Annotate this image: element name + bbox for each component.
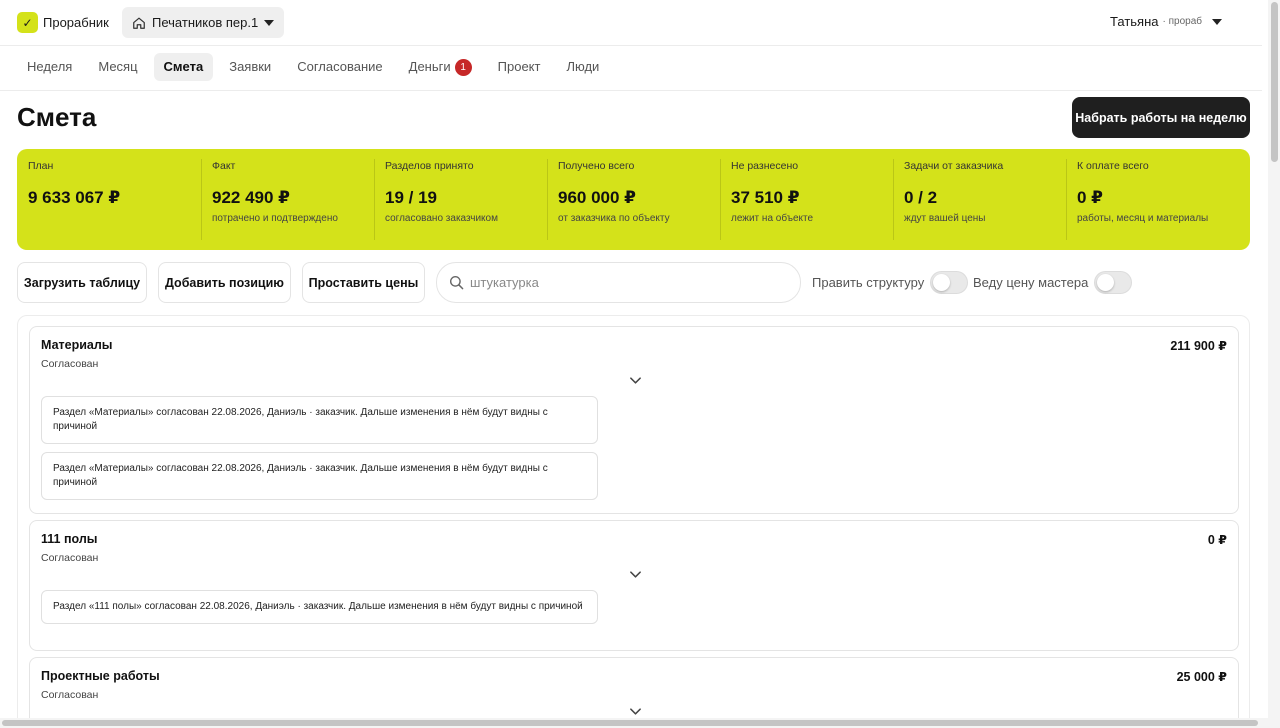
stat-label: Разделов принято bbox=[385, 160, 474, 172]
stat-value: 922 490 ₽ bbox=[212, 188, 291, 207]
estimate-sections: Материалы Согласован 211 900 ₽ Раздел «М… bbox=[17, 315, 1250, 728]
plan-week-button[interactable]: Набрать работы на неделю bbox=[1072, 97, 1250, 138]
stat-sections-accepted: Разделов принято 19 / 19 согласовано зак… bbox=[374, 149, 547, 250]
stat-sub: от заказчика по объекту bbox=[558, 213, 670, 224]
project-name: Печатников пер.1 bbox=[152, 15, 259, 30]
app-logo[interactable]: ✓ Прорабник bbox=[17, 12, 109, 33]
chevron-down-icon[interactable] bbox=[629, 374, 642, 387]
scrollbar-thumb[interactable] bbox=[2, 720, 1258, 726]
set-prices-button[interactable]: Проставить цены bbox=[302, 262, 425, 303]
section-amount: 25 000 ₽ bbox=[1176, 670, 1227, 684]
chevron-down-icon[interactable] bbox=[629, 705, 642, 718]
tab-month[interactable]: Месяц bbox=[88, 53, 147, 81]
tab-money-label: Деньги bbox=[408, 59, 451, 74]
section-title: 111 полы bbox=[41, 532, 98, 546]
stat-sub: согласовано заказчиком bbox=[385, 213, 498, 224]
section-status: Согласован bbox=[41, 358, 99, 370]
chevron-down-icon bbox=[264, 19, 275, 26]
summary-stats: План 9 633 067 ₽ Факт 922 490 ₽ потрачен… bbox=[17, 149, 1250, 250]
tab-money[interactable]: Деньги 1 bbox=[399, 53, 482, 81]
approval-note: Раздел «111 полы» согласован 22.08.2026,… bbox=[41, 590, 598, 624]
stat-label: Получено всего bbox=[558, 160, 635, 172]
stat-value: 37 510 ₽ bbox=[731, 188, 800, 207]
stat-sub: ждут вашей цены bbox=[904, 213, 986, 224]
logo-check-icon: ✓ bbox=[17, 12, 38, 33]
user-name: Татьяна bbox=[1110, 14, 1159, 29]
tab-estimate[interactable]: Смета bbox=[153, 53, 214, 81]
add-position-button[interactable]: Добавить позицию bbox=[158, 262, 291, 303]
section-title: Проектные работы bbox=[41, 669, 160, 683]
horizontal-scrollbar[interactable] bbox=[0, 718, 1268, 728]
stat-value: 0 / 2 bbox=[904, 188, 938, 207]
tab-approval[interactable]: Согласование bbox=[287, 53, 392, 81]
section-amount: 0 ₽ bbox=[1207, 533, 1227, 547]
stat-value: 19 / 19 bbox=[385, 188, 437, 207]
section-status: Согласован bbox=[41, 552, 99, 564]
section-title: Материалы bbox=[41, 338, 113, 352]
tab-requests[interactable]: Заявки bbox=[219, 53, 281, 81]
estimate-toolbar: Загрузить таблицу Добавить позицию Прост… bbox=[17, 262, 1250, 303]
master-price-toggle[interactable]: Веду цену мастера bbox=[973, 271, 1133, 294]
stat-payable-total: К оплате всего 0 ₽ работы, месяц и матер… bbox=[1066, 149, 1250, 250]
stat-value: 960 000 ₽ bbox=[558, 188, 637, 207]
chevron-down-icon[interactable] bbox=[629, 568, 642, 581]
search-box[interactable] bbox=[436, 262, 801, 303]
toggle-label: Веду цену мастера bbox=[973, 275, 1089, 290]
stat-label: План bbox=[28, 160, 54, 172]
section-card[interactable]: Материалы Согласован 211 900 ₽ Раздел «М… bbox=[29, 326, 1239, 514]
project-selector[interactable]: Печатников пер.1 bbox=[122, 7, 285, 38]
stat-label: Не разнесено bbox=[731, 160, 799, 172]
user-role: · прораб bbox=[1162, 16, 1203, 27]
section-status: Согласован bbox=[41, 689, 99, 701]
tab-week[interactable]: Неделя bbox=[17, 53, 82, 81]
page-title: Смета bbox=[17, 102, 97, 132]
toggle-switch[interactable] bbox=[1094, 271, 1133, 294]
section-amount: 211 900 ₽ bbox=[1170, 339, 1227, 353]
stat-sub: потрачено и подтверждено bbox=[212, 213, 338, 224]
vertical-scrollbar[interactable] bbox=[1268, 0, 1280, 728]
top-bar: ✓ Прорабник Печатников пер.1 Татьяна · п… bbox=[0, 0, 1262, 46]
stat-sub: работы, месяц и материалы bbox=[1077, 213, 1209, 224]
approval-note: Раздел «Материалы» согласован 22.08.2026… bbox=[41, 396, 598, 444]
home-icon bbox=[133, 17, 145, 29]
approval-note: Раздел «Материалы» согласован 22.08.2026… bbox=[41, 452, 598, 500]
user-menu[interactable]: Татьяна · прораб bbox=[1110, 14, 1222, 29]
stat-value: 0 ₽ bbox=[1077, 188, 1104, 207]
toggle-knob bbox=[933, 274, 951, 291]
stat-plan: План 9 633 067 ₽ bbox=[17, 149, 201, 250]
main-tabs: Неделя Месяц Смета Заявки Согласование Д… bbox=[17, 53, 615, 81]
stat-sub: лежит на объекте bbox=[731, 213, 814, 224]
divider bbox=[0, 90, 1262, 91]
stat-unallocated: Не разнесено 37 510 ₽ лежит на объекте bbox=[720, 149, 893, 250]
stat-received-total: Получено всего 960 000 ₽ от заказчика по… bbox=[547, 149, 720, 250]
toggle-label: Править структуру bbox=[812, 275, 925, 290]
toggle-switch[interactable] bbox=[930, 271, 969, 294]
notification-badge: 1 bbox=[454, 58, 472, 76]
edit-structure-toggle[interactable]: Править структуру bbox=[812, 271, 969, 294]
tab-project[interactable]: Проект bbox=[488, 53, 551, 81]
search-input[interactable] bbox=[470, 275, 770, 290]
scrollbar-thumb[interactable] bbox=[1271, 2, 1278, 162]
tab-people[interactable]: Люди bbox=[556, 53, 609, 81]
stat-label: К оплате всего bbox=[1077, 160, 1149, 172]
app-name: Прорабник bbox=[43, 15, 109, 30]
toggle-knob bbox=[1097, 274, 1115, 291]
section-card[interactable]: 111 полы Согласован 0 ₽ Раздел «111 полы… bbox=[29, 520, 1239, 651]
stat-fact: Факт 922 490 ₽ потрачено и подтверждено bbox=[201, 149, 374, 250]
stat-value: 9 633 067 ₽ bbox=[28, 188, 121, 207]
stat-label: Задачи от заказчика bbox=[904, 160, 1004, 172]
stat-label: Факт bbox=[212, 160, 236, 172]
search-icon bbox=[449, 275, 464, 290]
chevron-down-icon bbox=[1212, 18, 1222, 25]
stat-client-tasks: Задачи от заказчика 0 / 2 ждут вашей цен… bbox=[893, 149, 1066, 250]
upload-table-button[interactable]: Загрузить таблицу bbox=[17, 262, 147, 303]
